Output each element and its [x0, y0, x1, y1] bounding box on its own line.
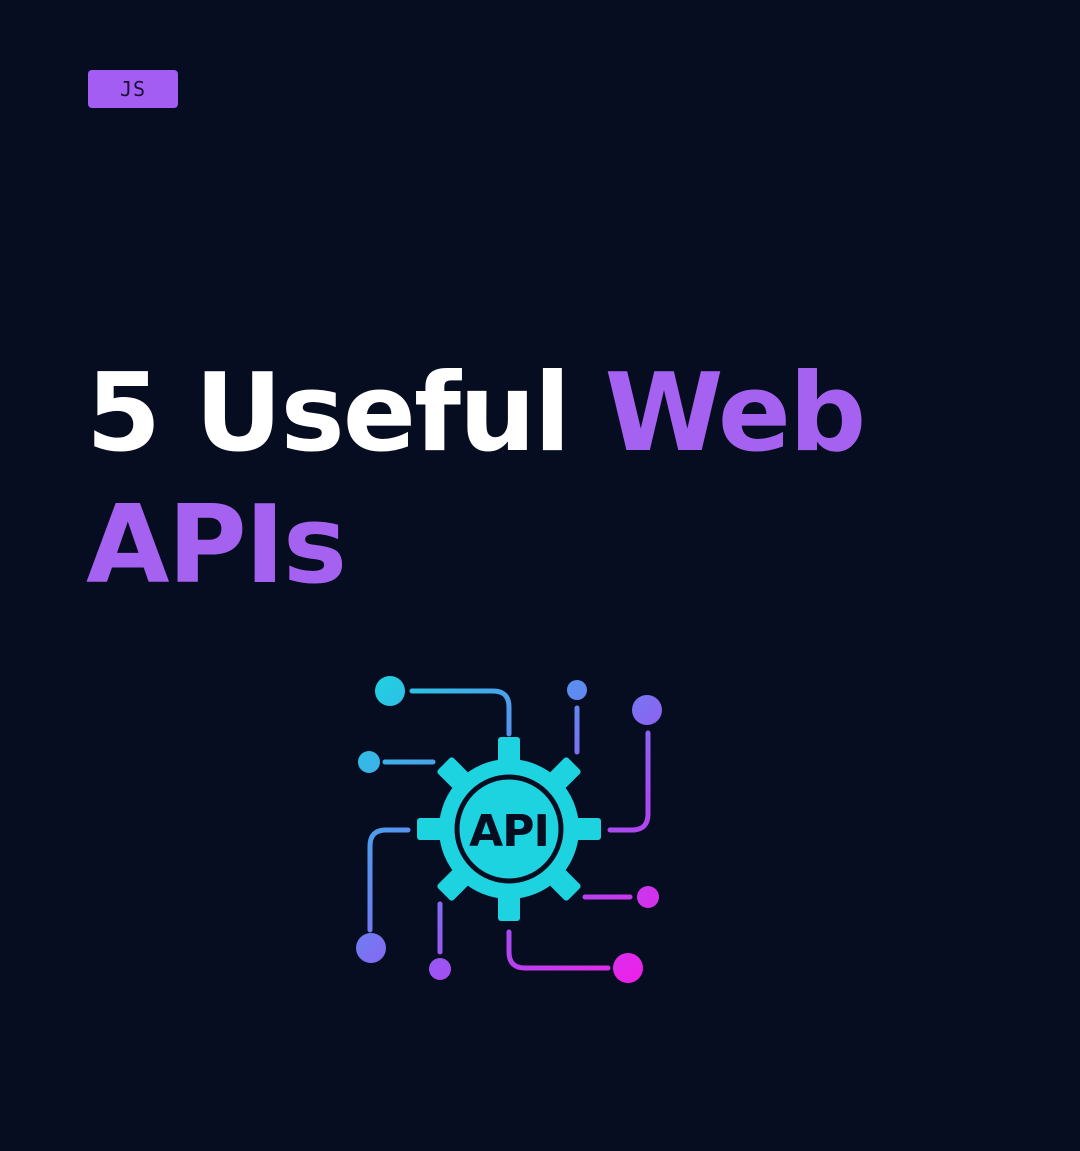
title-part-1: 5 Useful [86, 351, 571, 476]
js-tag-label: JS [119, 77, 147, 101]
title-part-2: Web [604, 351, 866, 476]
page-title: 5 Useful Web APIs [86, 348, 986, 612]
api-icon-label: API [469, 806, 549, 857]
api-gear-icon: API [356, 676, 662, 983]
title-part-3: APIs [86, 483, 347, 608]
js-tag: JS [88, 70, 178, 108]
